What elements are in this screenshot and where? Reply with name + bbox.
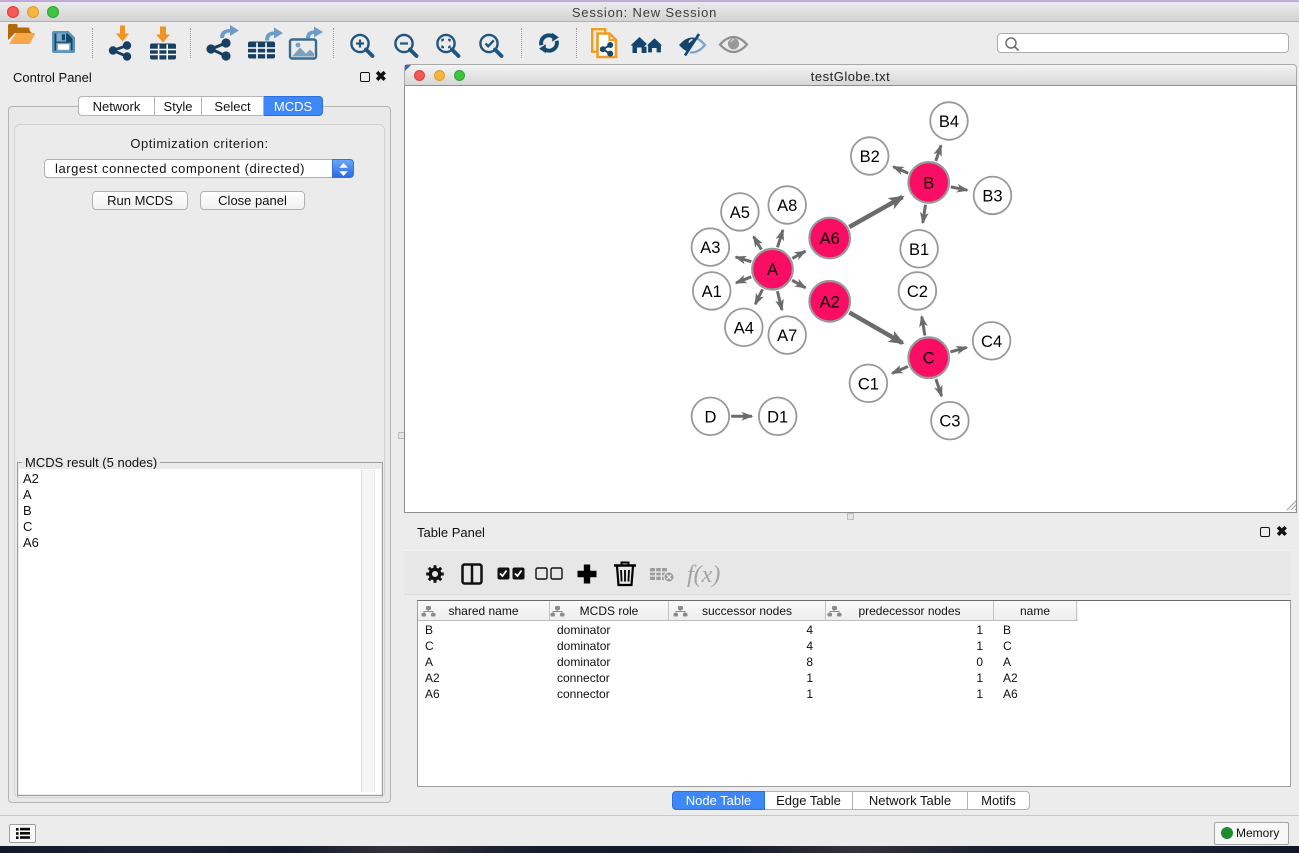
svg-text:A6: A6 [820,230,840,248]
svg-text:C4: C4 [981,333,1002,351]
svg-text:f(x): f(x) [687,562,720,588]
svg-text:B: B [923,174,934,192]
svg-text:C1: C1 [858,375,879,393]
svg-text:B1: B1 [909,241,929,259]
svg-text:A3: A3 [700,239,720,257]
svg-text:A7: A7 [777,327,797,345]
svg-text:C: C [923,350,935,368]
svg-text:B4: B4 [939,113,959,131]
svg-text:A4: A4 [734,319,754,337]
svg-text:D1: D1 [767,408,788,426]
svg-text:C2: C2 [907,283,928,301]
svg-text:A5: A5 [730,204,750,222]
svg-text:B3: B3 [982,187,1002,205]
svg-text:A2: A2 [820,293,840,311]
svg-text:A1: A1 [702,283,722,301]
svg-text:C3: C3 [939,413,960,431]
svg-text:A8: A8 [777,197,797,215]
svg-text:B2: B2 [860,148,880,166]
svg-text:A: A [767,261,778,279]
svg-text:D: D [704,408,716,426]
